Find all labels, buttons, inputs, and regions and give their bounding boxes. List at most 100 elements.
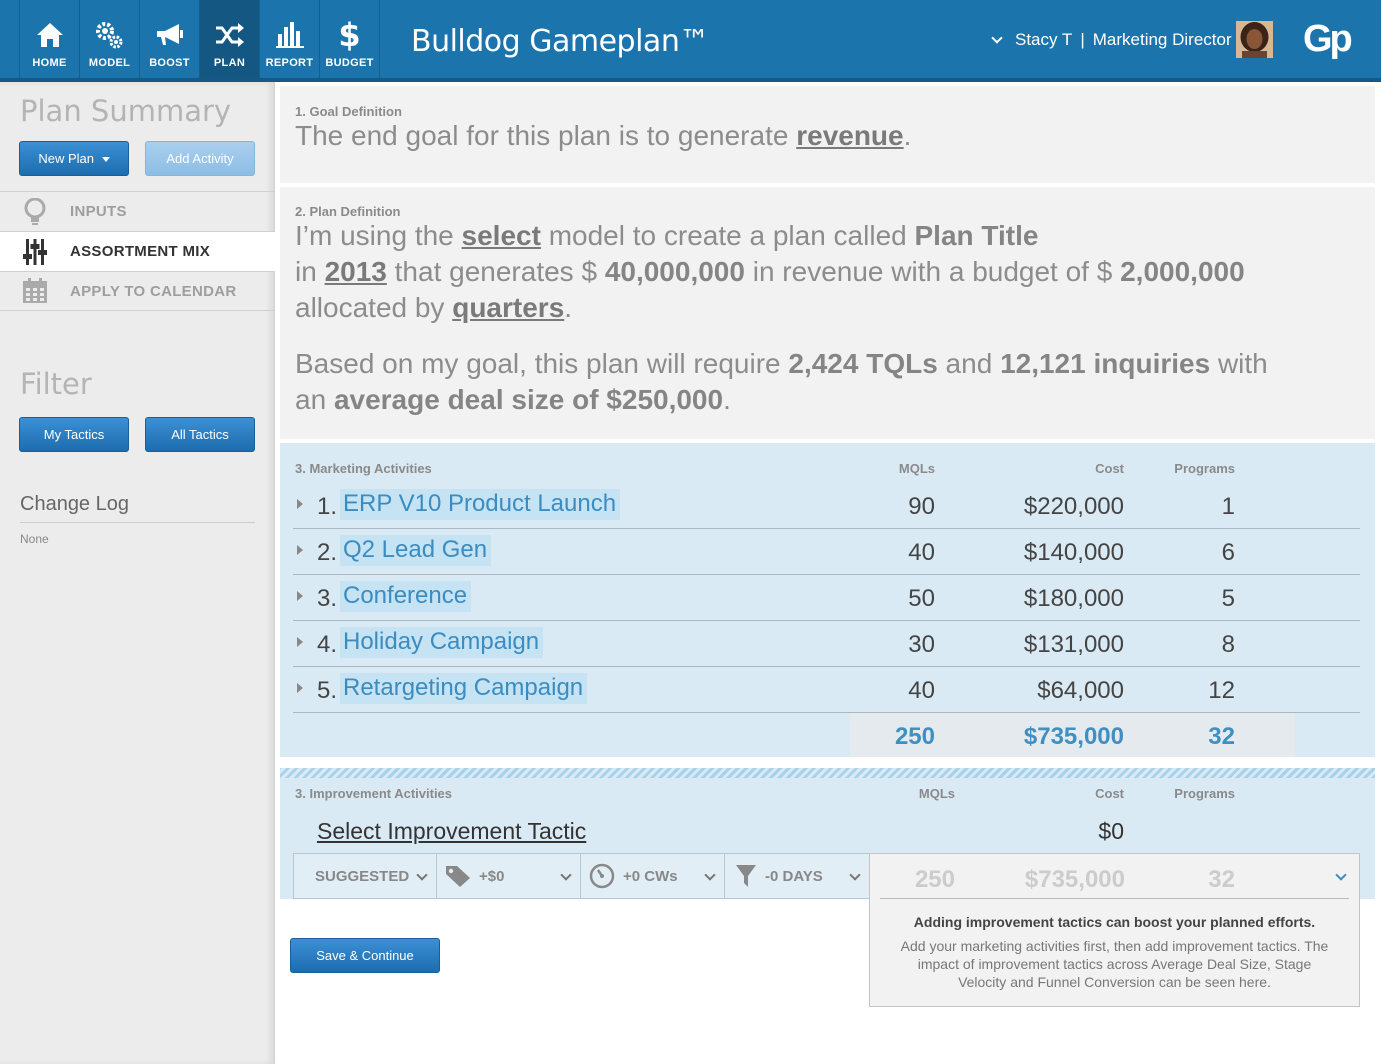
expand-arrow-icon[interactable] (297, 637, 303, 647)
user-menu[interactable]: Stacy T | Marketing Director (991, 30, 1232, 50)
activity-name[interactable]: Conference (340, 581, 472, 612)
sidebar-item-apply-to-calendar[interactable]: APPLY TO CALENDAR (0, 271, 275, 311)
goal-select[interactable]: revenue (796, 120, 903, 151)
activity-row[interactable]: 4. Holiday Campaign 30 $131,000 8 (293, 621, 1360, 667)
new-plan-label: New Plan (38, 151, 94, 166)
chevron-down-icon (849, 869, 861, 881)
preview-programs: 32 (1208, 866, 1235, 893)
funnel-dropdown[interactable]: -0 DAYS (724, 853, 870, 899)
dropdown-label: +0 CWs (623, 867, 678, 885)
change-log-value: None (20, 532, 49, 546)
activity-name[interactable]: Holiday Campaign (340, 627, 544, 658)
activity-mqls: 90 (908, 493, 935, 520)
totals-row: 250 $735,000 32 (850, 713, 1295, 757)
total-programs: 32 (1208, 723, 1235, 750)
user-role: Marketing Director (1092, 30, 1232, 49)
user-name: Stacy T (1015, 30, 1073, 49)
divider (280, 768, 1375, 778)
expand-arrow-icon[interactable] (297, 545, 303, 555)
plan-text: Based on my goal, this plan will require (295, 348, 789, 379)
add-activity-button[interactable]: Add Activity (145, 141, 255, 176)
expand-arrow-icon[interactable] (297, 591, 303, 601)
plan-text: in (295, 256, 325, 287)
deal-size-dropdown[interactable]: +$0 (436, 853, 581, 899)
revenue-field[interactable]: 40,000,000 (605, 256, 745, 287)
activity-row[interactable]: 1. ERP V10 Product Launch 90 $220,000 1 (293, 483, 1360, 529)
expand-arrow-icon[interactable] (297, 499, 303, 509)
new-plan-button[interactable]: New Plan (19, 141, 129, 176)
activity-number: 4. (317, 631, 338, 658)
activity-name[interactable]: Retargeting Campaign (340, 673, 588, 704)
chevron-down-icon (991, 32, 1003, 44)
chevron-down-icon (560, 869, 572, 881)
activity-row[interactable]: 5. Retargeting Campaign 40 $64,000 12 (293, 667, 1360, 713)
speedometer-icon (589, 863, 615, 889)
activity-cost: $220,000 (1023, 493, 1124, 520)
activity-programs: 12 (1208, 677, 1235, 704)
nav-home[interactable]: HOME (20, 0, 80, 78)
sidebar-item-label: APPLY TO CALENDAR (70, 282, 237, 300)
goal-section-label: 1. Goal Definition (295, 104, 402, 119)
goal-text: The end goal for this plan is to generat… (295, 120, 797, 151)
budget-field[interactable]: 2,000,000 (1120, 256, 1245, 287)
activity-mqls: 40 (908, 677, 935, 704)
improvement-section-label: 3. Improvement Activities (295, 786, 453, 801)
info-title: Adding improvement tactics can boost you… (913, 914, 1316, 930)
nav-budget[interactable]: $ BUDGET (320, 0, 380, 78)
preview-cost: $735,000 (1024, 866, 1125, 893)
activity-cost: $180,000 (1023, 585, 1124, 612)
model-select[interactable]: select (462, 220, 541, 251)
nav-plan[interactable]: PLAN (200, 0, 260, 78)
plan-text: and (937, 348, 1001, 379)
sidebar-item-inputs[interactable]: INPUTS (0, 191, 275, 231)
bar-chart-icon (260, 18, 319, 52)
activity-number: 1. (317, 493, 338, 520)
col-header-mqls: MQLs (898, 461, 935, 476)
chevron-down-icon[interactable] (1335, 869, 1347, 881)
activity-name[interactable]: Q2 Lead Gen (340, 535, 492, 566)
nav-boost[interactable]: BOOST (140, 0, 200, 78)
expand-arrow-icon[interactable] (297, 683, 303, 693)
activity-mqls: 30 (908, 631, 935, 658)
goal-sentence: The end goal for this plan is to generat… (295, 120, 911, 152)
sidebar: Plan Summary New Plan Add Activity INPUT… (0, 82, 275, 1064)
activity-programs: 6 (1221, 539, 1235, 566)
all-tactics-button[interactable]: All Tactics (145, 417, 255, 452)
plan-line-2: in 2013 that generates $ 40,000,000 in r… (295, 256, 1245, 288)
activity-row[interactable]: 3. Conference 50 $180,000 5 (293, 575, 1360, 621)
year-select[interactable]: 2013 (325, 256, 387, 287)
plan-text: with (1210, 348, 1268, 379)
improvement-preview-panel: 250 $735,000 32 Adding improvement tacti… (869, 853, 1360, 1007)
tag-icon (445, 864, 471, 888)
divider (880, 898, 1349, 899)
deal-size-value: average deal size of $250,000 (333, 384, 724, 415)
allocation-select[interactable]: quarters (452, 292, 564, 323)
gears-icon (80, 18, 139, 52)
sidebar-item-assortment-mix[interactable]: ASSORTMENT MIX (0, 231, 275, 271)
nav-model[interactable]: MODEL (80, 0, 140, 78)
activity-row[interactable]: 2. Q2 Lead Gen 40 $140,000 6 (293, 529, 1360, 575)
nav-report[interactable]: REPORT (260, 0, 320, 78)
col-header-mqls: MQLs (918, 786, 955, 801)
plan-title-field[interactable]: Plan Title (915, 220, 1039, 251)
col-header-cost: Cost (1095, 786, 1124, 801)
lightbulb-icon (0, 197, 70, 226)
dollar-icon: $ (338, 16, 361, 54)
plan-text: . (723, 384, 731, 415)
activity-mqls: 50 (908, 585, 935, 612)
dropdown-label: +$0 (479, 867, 505, 885)
select-improvement-tactic-link[interactable]: Select Improvement Tactic (317, 818, 586, 845)
avatar[interactable] (1236, 21, 1273, 58)
my-tactics-button[interactable]: My Tactics (19, 417, 129, 452)
plan-text: allocated by (295, 292, 453, 323)
nav-label: PLAN (213, 57, 246, 69)
activity-name[interactable]: ERP V10 Product Launch (340, 489, 621, 520)
suggested-dropdown[interactable]: SUGGESTED (293, 853, 437, 899)
velocity-dropdown[interactable]: +0 CWs (580, 853, 725, 899)
col-header-cost: Cost (1095, 461, 1124, 476)
caret-down-icon (101, 157, 110, 163)
app-title: Bulldog Gameplan™ (411, 24, 709, 59)
activity-programs: 1 (1221, 493, 1235, 520)
save-continue-button[interactable]: Save & Continue (290, 938, 440, 973)
activity-programs: 5 (1221, 585, 1235, 612)
